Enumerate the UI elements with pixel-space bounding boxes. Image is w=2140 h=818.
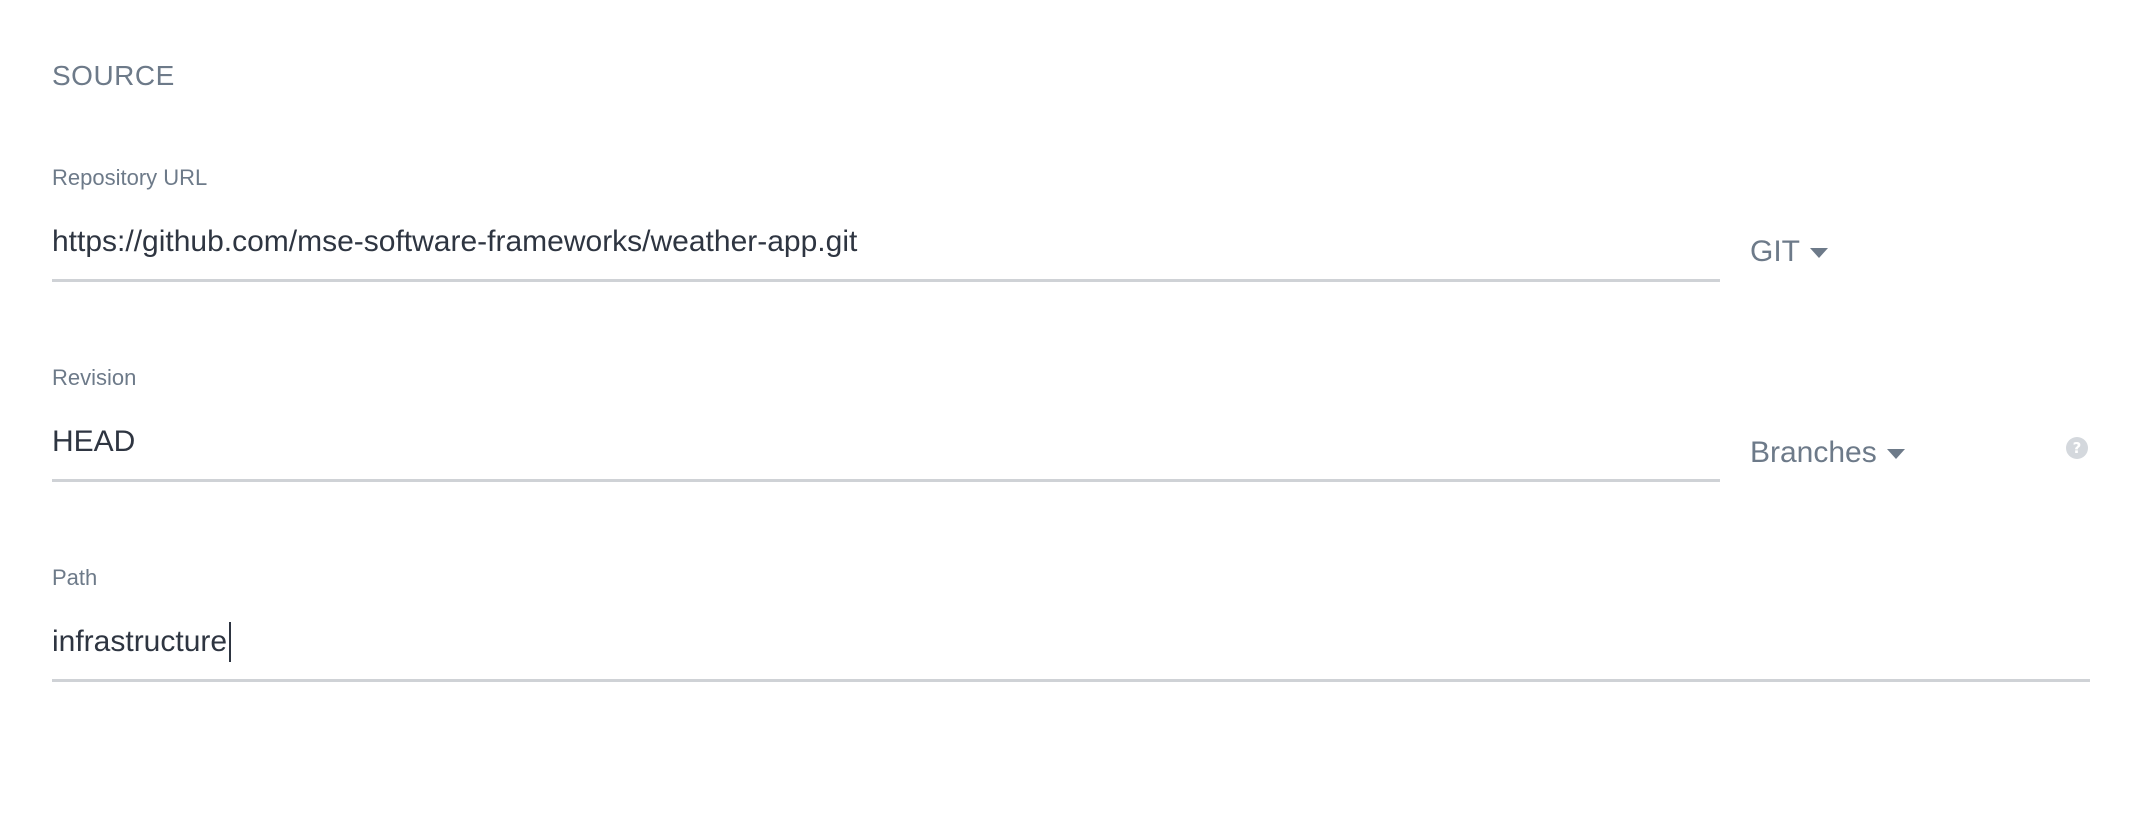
path-input[interactable]: infrastructure <box>52 622 2090 682</box>
section-title: SOURCE <box>52 60 175 91</box>
revision-input[interactable]: HEAD <box>52 422 1720 482</box>
chevron-down-icon <box>1886 449 1905 459</box>
path-value: infrastructure <box>52 625 228 658</box>
repository-type-dropdown[interactable]: GIT <box>1750 232 1828 272</box>
chevron-down-icon <box>1810 248 1828 258</box>
revision-value: HEAD <box>52 425 136 458</box>
repository-url-label: Repository URL <box>52 165 208 190</box>
repository-url-input[interactable]: https://github.com/mse-software-framewor… <box>52 222 1720 282</box>
revision-type-dropdown[interactable]: Branches <box>1750 433 1905 473</box>
revision-type-value: Branches <box>1750 436 1877 469</box>
text-cursor <box>229 622 232 662</box>
path-label: Path <box>52 565 98 590</box>
repository-url-value: https://github.com/mse-software-framewor… <box>52 225 858 258</box>
repository-type-value: GIT <box>1750 235 1800 268</box>
help-circle-icon[interactable]: ? <box>2066 437 2088 459</box>
revision-label: Revision <box>52 365 137 390</box>
